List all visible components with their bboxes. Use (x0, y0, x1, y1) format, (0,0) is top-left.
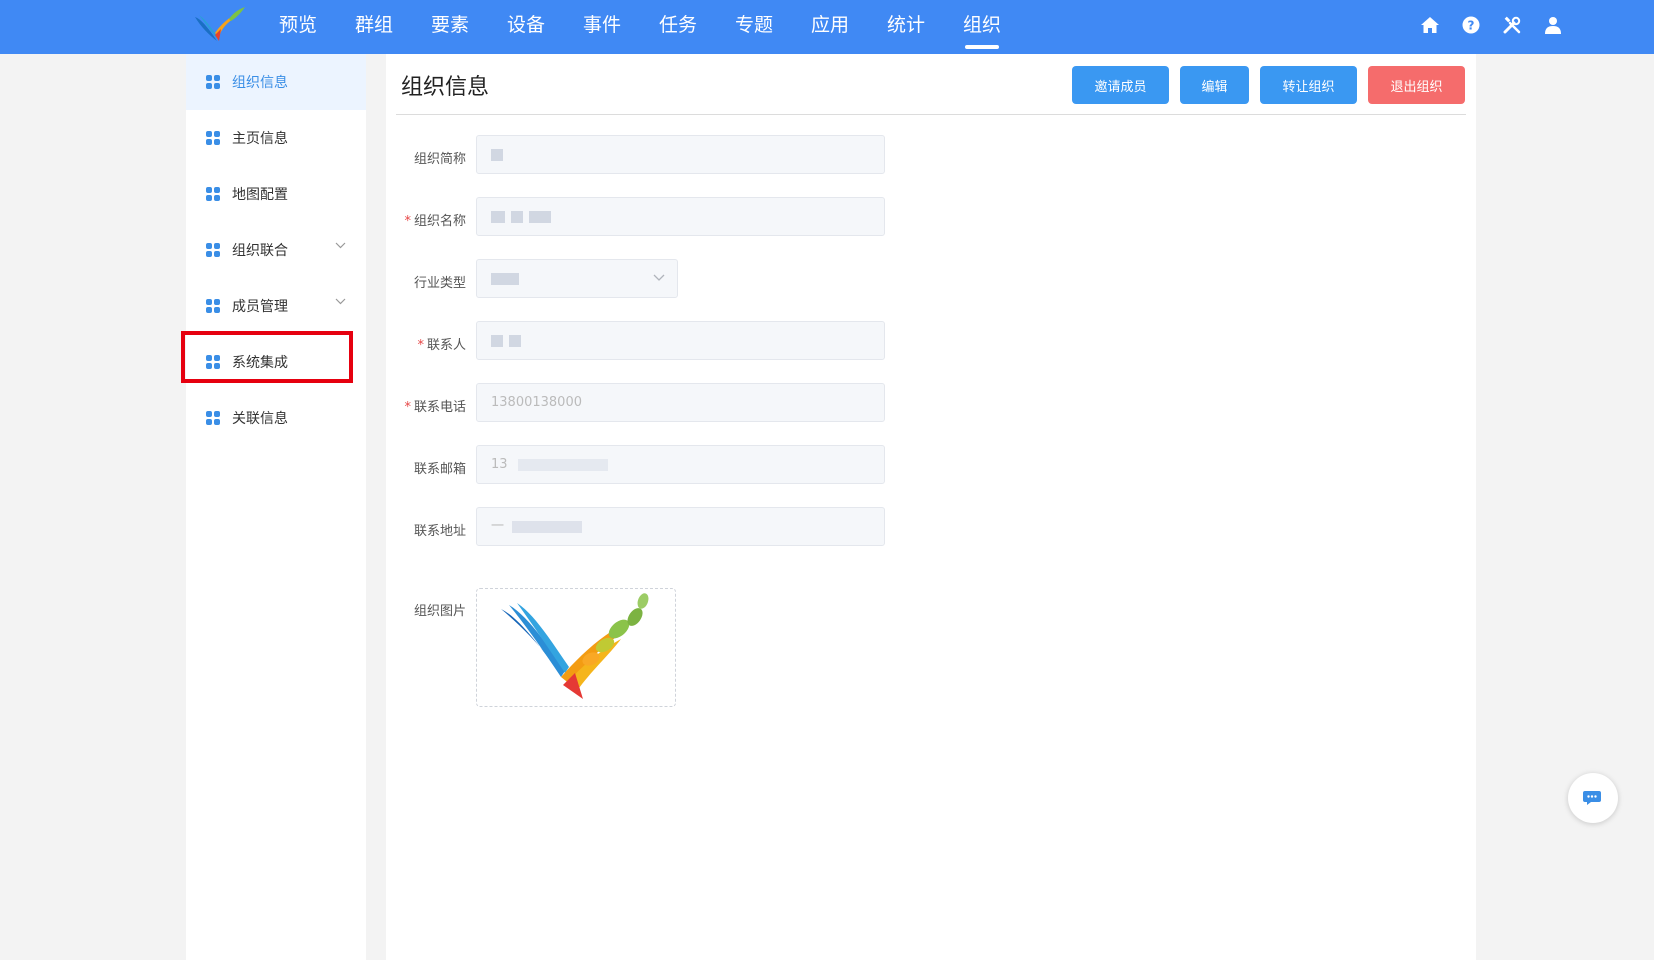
app-logo[interactable] (193, 5, 249, 45)
grid-icon (206, 355, 220, 369)
sidebar-item-label: 关联信息 (232, 411, 288, 427)
sidebar: 组织信息 主页信息 地图配置 组织联合 成员管理 系统集成 关联信息 (186, 54, 366, 960)
nav-events[interactable]: 事件 (564, 0, 640, 54)
chevron-down-icon (653, 274, 665, 281)
main-nav: 预览 群组 要素 设备 事件 任务 专题 应用 统计 组织 (260, 0, 1020, 54)
redacted-text (517, 458, 608, 471)
grid-icon (206, 411, 220, 425)
sidebar-item-label: 成员管理 (232, 299, 288, 315)
transfer-org-button[interactable]: 转让组织 (1260, 66, 1357, 104)
chevron-down-icon (335, 298, 346, 305)
chat-support-button[interactable] (1568, 773, 1618, 823)
org-logo-image (501, 592, 649, 699)
sidebar-item-org-union[interactable]: 组织联合 (186, 222, 366, 278)
email-field[interactable]: 13 (476, 445, 885, 484)
grid-icon (206, 243, 220, 257)
redacted-text (491, 148, 503, 161)
sidebar-item-label: 主页信息 (232, 131, 288, 147)
nav-tasks[interactable]: 任务 (640, 0, 716, 54)
contact-field[interactable] (476, 321, 885, 360)
top-icon-group: ? (1419, 14, 1564, 36)
chat-icon (1583, 791, 1601, 805)
industry-select[interactable] (476, 259, 678, 298)
invite-member-button[interactable]: 邀请成员 (1072, 66, 1169, 104)
sidebar-item-label: 系统集成 (232, 355, 288, 371)
short-name-label: 组织简称 (413, 152, 466, 167)
edit-button[interactable]: 编辑 (1180, 66, 1249, 104)
sidebar-item-label: 组织联合 (232, 243, 288, 259)
org-image-label: 组织图片 (413, 604, 466, 619)
redacted-text (491, 210, 505, 223)
nav-preview[interactable]: 预览 (260, 0, 336, 54)
sidebar-item-system-integration[interactable]: 系统集成 (186, 334, 366, 390)
home-icon[interactable] (1419, 14, 1441, 36)
grid-icon (206, 187, 220, 201)
redacted-text (491, 272, 519, 285)
exit-org-button[interactable]: 退出组织 (1368, 66, 1465, 104)
sidebar-item-label: 组织信息 (232, 75, 288, 91)
full-name-label: * 组织名称 (404, 214, 466, 229)
grid-icon (206, 131, 220, 145)
nav-groups[interactable]: 群组 (336, 0, 412, 54)
address-field[interactable]: 一 (476, 507, 885, 546)
nav-apps[interactable]: 应用 (792, 0, 868, 54)
nav-statistics[interactable]: 统计 (868, 0, 944, 54)
address-label: 联系地址 (413, 524, 466, 539)
industry-label: 行业类型 (413, 276, 466, 291)
sidebar-item-org-info[interactable]: 组织信息 (186, 54, 366, 110)
full-name-field[interactable] (476, 197, 885, 236)
sidebar-item-label: 地图配置 (232, 187, 288, 203)
short-name-field[interactable] (476, 135, 885, 174)
org-image-upload[interactable] (476, 588, 676, 707)
user-icon[interactable] (1542, 14, 1564, 36)
sidebar-item-related-info[interactable]: 关联信息 (186, 390, 366, 446)
page-title: 组织信息 (401, 75, 490, 100)
top-nav-bar: 预览 群组 要素 设备 事件 任务 专题 应用 统计 组织 ? (0, 0, 1654, 54)
help-icon[interactable]: ? (1460, 14, 1482, 36)
email-label: 联系邮箱 (413, 462, 466, 477)
main-panel: 组织信息 邀请成员 编辑 转让组织 退出组织 组织简称 * 组织名称 行业类型 *… (386, 54, 1476, 960)
grid-icon (206, 75, 220, 89)
chevron-down-icon (335, 242, 346, 249)
grid-icon (206, 299, 220, 313)
phone-field[interactable]: 13800138000 (476, 383, 885, 422)
phone-label: * 联系电话 (404, 400, 466, 415)
sidebar-item-homepage-info[interactable]: 主页信息 (186, 110, 366, 166)
tools-icon[interactable] (1501, 14, 1523, 36)
nav-topics[interactable]: 专题 (716, 0, 792, 54)
redacted-text (491, 334, 503, 347)
nav-devices[interactable]: 设备 (488, 0, 564, 54)
title-divider (396, 114, 1466, 115)
contact-label: * 联系人 (417, 338, 466, 353)
redacted-text (512, 520, 583, 533)
nav-organization[interactable]: 组织 (944, 0, 1020, 54)
sidebar-item-member-mgmt[interactable]: 成员管理 (186, 278, 366, 334)
svg-text:?: ? (1468, 19, 1475, 33)
nav-elements[interactable]: 要素 (412, 0, 488, 54)
sidebar-item-map-config[interactable]: 地图配置 (186, 166, 366, 222)
